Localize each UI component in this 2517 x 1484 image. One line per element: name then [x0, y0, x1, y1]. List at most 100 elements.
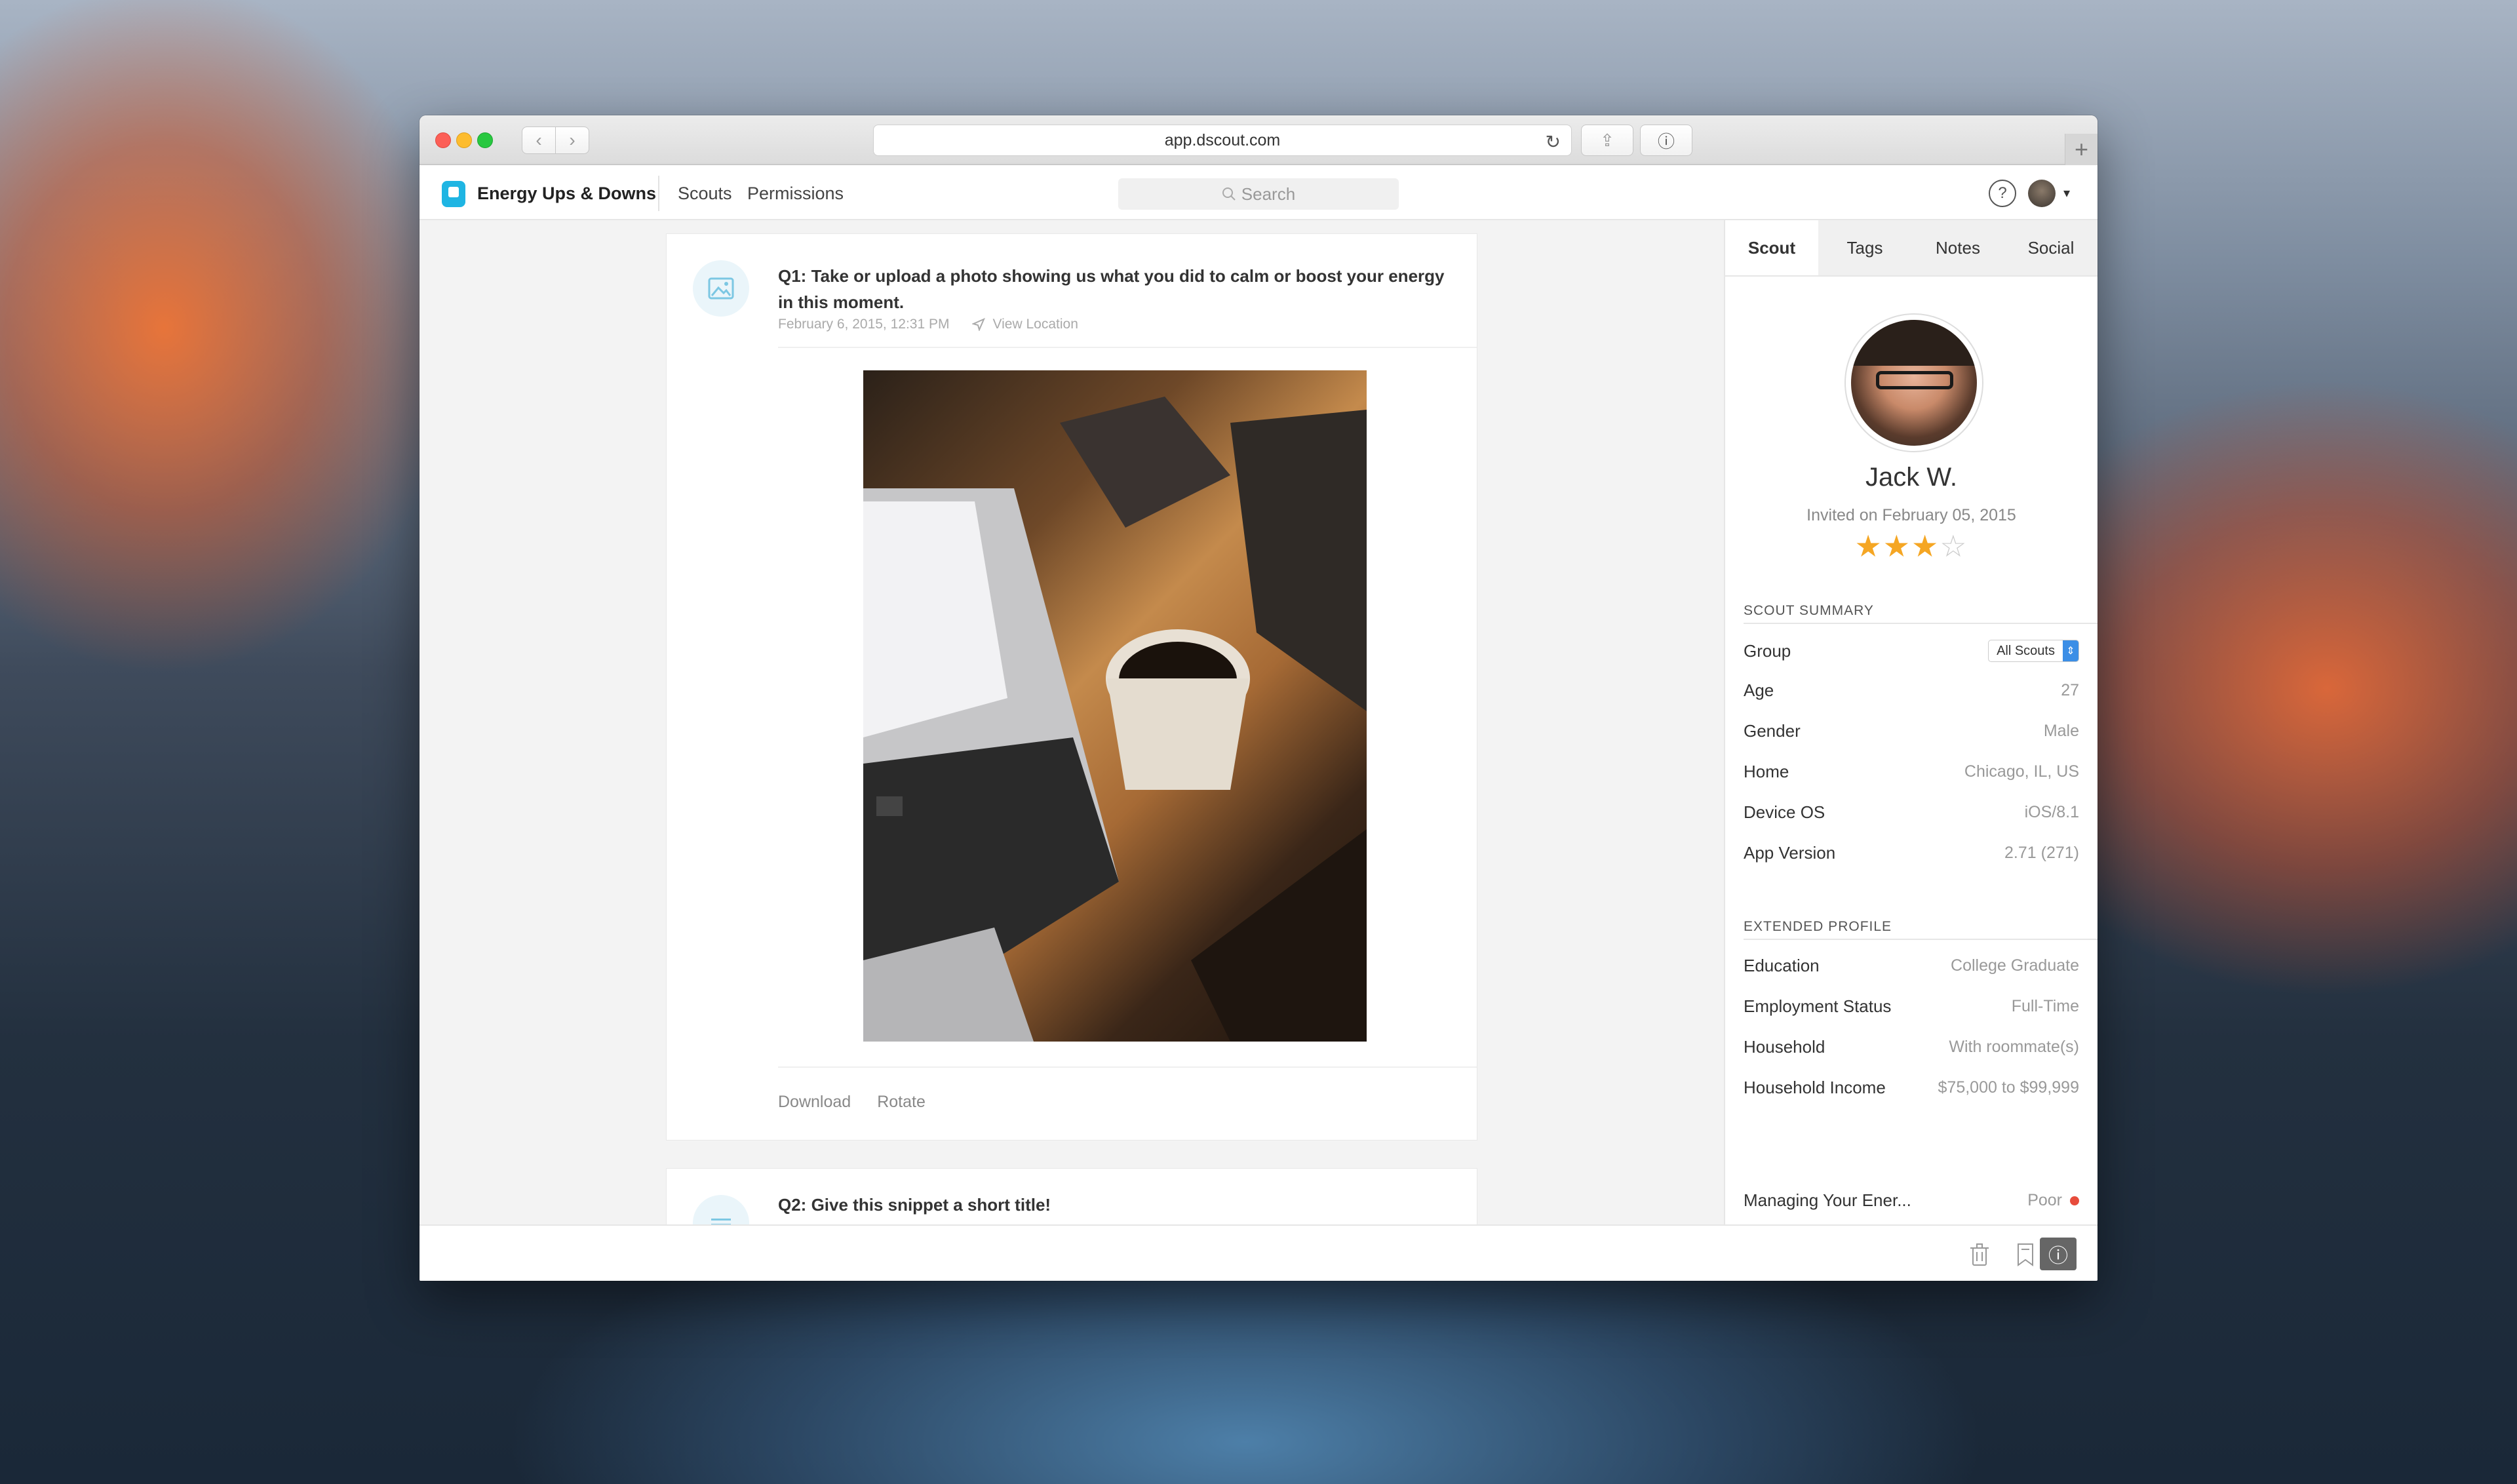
plus-icon: +: [2074, 136, 2089, 163]
nav-permissions-link[interactable]: Permissions: [747, 184, 844, 204]
row-value: With roommate(s): [1949, 1038, 2079, 1056]
trash-icon[interactable]: [1964, 1239, 1995, 1270]
question-text: Q1: Take or upload a photo showing us wh…: [778, 266, 1445, 312]
text-question-icon: [693, 1195, 749, 1224]
row-label: Household Income: [1744, 1078, 1886, 1097]
nav-scouts-link[interactable]: Scouts: [678, 184, 732, 204]
extended-row-employment: Employment Status Full-Time: [1744, 996, 2079, 1017]
scout-sidebar: Scout Tags Notes Social Jack W. Invited …: [1724, 220, 2098, 1224]
tab-scout[interactable]: Scout: [1725, 220, 1818, 275]
sidebar-tabs: Scout Tags Notes Social: [1725, 220, 2098, 277]
search-input[interactable]: Search: [1118, 178, 1399, 210]
share-button[interactable]: ⇪: [1581, 125, 1633, 156]
view-location-label: View Location: [992, 317, 1078, 332]
photo-actions: Download Rotate: [778, 1093, 926, 1112]
summary-row-age: Age 27: [1744, 680, 2079, 701]
tab-notes[interactable]: Notes: [1911, 220, 2004, 275]
group-select-value: All Scouts: [1997, 643, 2055, 658]
minimize-window-button[interactable]: [456, 132, 472, 148]
scout-summary-heading: SCOUT SUMMARY: [1744, 603, 2098, 624]
download-button[interactable]: Download: [778, 1093, 851, 1112]
header-divider: [658, 176, 659, 211]
summary-row-gender: Gender Male: [1744, 721, 2079, 741]
row-value: Male: [2043, 722, 2079, 740]
row-label: Age: [1744, 680, 1774, 700]
star-filled-icon[interactable]: ★: [1883, 529, 1911, 563]
bookmark-icon[interactable]: [2010, 1239, 2041, 1270]
chevron-down-icon[interactable]: ▾: [2063, 185, 2070, 201]
chevron-left-icon: ‹: [536, 130, 542, 150]
response-card: Q2: Give this snippet a short title!: [666, 1168, 1477, 1224]
scout-hair: [1851, 320, 1977, 366]
row-label: Household: [1744, 1037, 1825, 1057]
close-window-button[interactable]: [435, 132, 451, 148]
search-placeholder: Search: [1241, 184, 1296, 204]
info-icon: ⓘ: [1657, 131, 1675, 151]
photo-question-icon: [693, 260, 749, 317]
row-label: Home: [1744, 762, 1789, 781]
back-button[interactable]: ‹: [522, 127, 556, 154]
status-text: Poor: [2027, 1191, 2062, 1209]
app-header: Energy Ups & Downs Scouts Permissions Se…: [420, 165, 2098, 220]
browser-titlebar: ‹ › app.dscout.com ↻ ⇪ ⓘ +: [420, 115, 2098, 165]
info-panel-toggle-icon[interactable]: ⓘ: [2040, 1238, 2077, 1270]
page-info-button[interactable]: ⓘ: [1640, 125, 1692, 156]
zoom-window-button[interactable]: [477, 132, 493, 148]
photo-content: [863, 397, 1367, 1042]
star-filled-icon[interactable]: ★: [1911, 529, 1940, 563]
row-value: 27: [2061, 681, 2079, 699]
extended-profile-heading: EXTENDED PROFILE: [1744, 919, 2098, 940]
managing-energy-row: Managing Your Ener... Poor: [1744, 1190, 2079, 1211]
new-tab-button[interactable]: +: [2065, 134, 2098, 165]
responses-feed[interactable]: Q1: Take or upload a photo showing us wh…: [420, 220, 1842, 1224]
response-photo[interactable]: [863, 370, 1367, 1042]
row-label: App Version: [1744, 843, 1836, 863]
view-location-link[interactable]: View Location: [971, 317, 1078, 332]
summary-row-group: Group All Scouts ⇕: [1744, 640, 2079, 662]
address-bar[interactable]: app.dscout.com ↻: [873, 125, 1572, 156]
row-label: Education: [1744, 956, 1820, 975]
dscout-logo-icon[interactable]: [442, 181, 465, 207]
bottom-toolbar: ⓘ: [420, 1224, 2098, 1281]
row-value: 2.71 (271): [2004, 844, 2079, 862]
chevron-right-icon: ›: [569, 130, 576, 150]
tab-tags[interactable]: Tags: [1818, 220, 1911, 275]
row-value: iOS/8.1: [2024, 803, 2079, 821]
response-meta: February 6, 2015, 12:31 PM View Location: [778, 317, 1078, 332]
star-empty-icon[interactable]: ☆: [1940, 529, 1968, 563]
row-value: $75,000 to $99,999: [1938, 1078, 2079, 1097]
row-value: Poor: [2027, 1191, 2079, 1210]
row-value: Chicago, IL, US: [1964, 762, 2079, 781]
browser-window: ‹ › app.dscout.com ↻ ⇪ ⓘ + Energy Ups & …: [420, 115, 2098, 1281]
row-value: Full-Time: [2011, 997, 2079, 1015]
url-text: app.dscout.com: [1164, 130, 1281, 149]
scout-glasses: [1876, 371, 1953, 389]
row-label: Employment Status: [1744, 996, 1892, 1016]
help-icon[interactable]: ?: [1989, 180, 2016, 207]
row-label: Device OS: [1744, 802, 1825, 822]
scout-rating[interactable]: ★★★☆: [1725, 528, 2098, 564]
select-arrows-icon: ⇕: [2063, 640, 2078, 661]
extended-row-education: Education College Graduate: [1744, 956, 2079, 976]
scout-avatar: [1844, 313, 1983, 452]
summary-row-device-os: Device OS iOS/8.1: [1744, 802, 2079, 823]
star-filled-icon[interactable]: ★: [1855, 529, 1883, 563]
reload-icon[interactable]: ↻: [1546, 131, 1561, 153]
row-label: Group: [1744, 640, 1791, 661]
scout-name: Jack W.: [1865, 463, 1958, 492]
extended-row-income: Household Income $75,000 to $99,999: [1744, 1078, 2079, 1098]
divider: [778, 347, 1477, 348]
group-select[interactable]: All Scouts ⇕: [1988, 640, 2079, 662]
status-dot-icon: [2070, 1196, 2079, 1205]
response-card: Q1: Take or upload a photo showing us wh…: [666, 233, 1477, 1141]
row-label: Gender: [1744, 721, 1801, 741]
location-arrow-icon: [971, 318, 985, 331]
summary-row-home: Home Chicago, IL, US: [1744, 762, 2079, 782]
tab-social[interactable]: Social: [2004, 220, 2098, 275]
user-avatar[interactable]: [2028, 180, 2056, 207]
rotate-button[interactable]: Rotate: [877, 1093, 926, 1112]
forward-button[interactable]: ›: [555, 127, 589, 154]
project-title[interactable]: Energy Ups & Downs: [477, 184, 656, 204]
search-icon: [1222, 187, 1236, 201]
scout-photo: [1851, 320, 1977, 446]
